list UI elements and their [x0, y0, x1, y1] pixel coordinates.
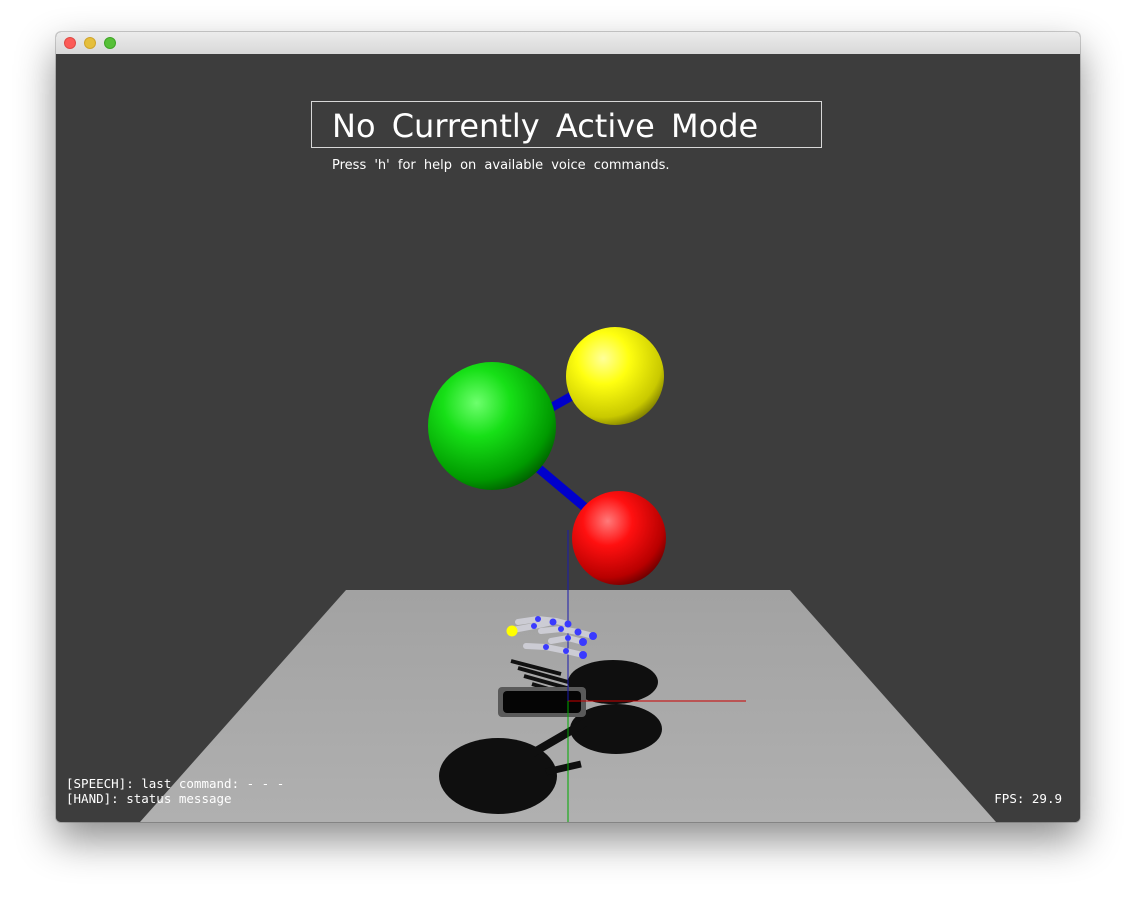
app-window: No Currently Active Mode Press 'h' for h…: [56, 32, 1080, 822]
green-sphere[interactable]: [428, 362, 556, 490]
link-green-red: [526, 457, 593, 515]
sensor-device: [498, 687, 586, 717]
mode-title: No Currently Active Mode: [332, 107, 759, 145]
red-sphere[interactable]: [572, 491, 666, 585]
title-bar[interactable]: [56, 32, 1080, 55]
speech-status: [SPEECH]: last command: - - -: [66, 776, 285, 791]
thumb-tip-marker: [506, 625, 518, 637]
maximize-button[interactable]: [104, 37, 116, 49]
help-text: Press 'h' for help on available voice co…: [332, 158, 670, 173]
close-button[interactable]: [64, 37, 76, 49]
3d-viewport[interactable]: No Currently Active Mode Press 'h' for h…: [56, 54, 1080, 822]
minimize-button[interactable]: [84, 37, 96, 49]
mode-title-box: No Currently Active Mode: [311, 101, 822, 148]
yellow-sphere[interactable]: [566, 327, 664, 425]
hand-status: [HAND]: status message: [66, 791, 232, 806]
fps-counter: FPS: 29.9: [994, 791, 1062, 806]
